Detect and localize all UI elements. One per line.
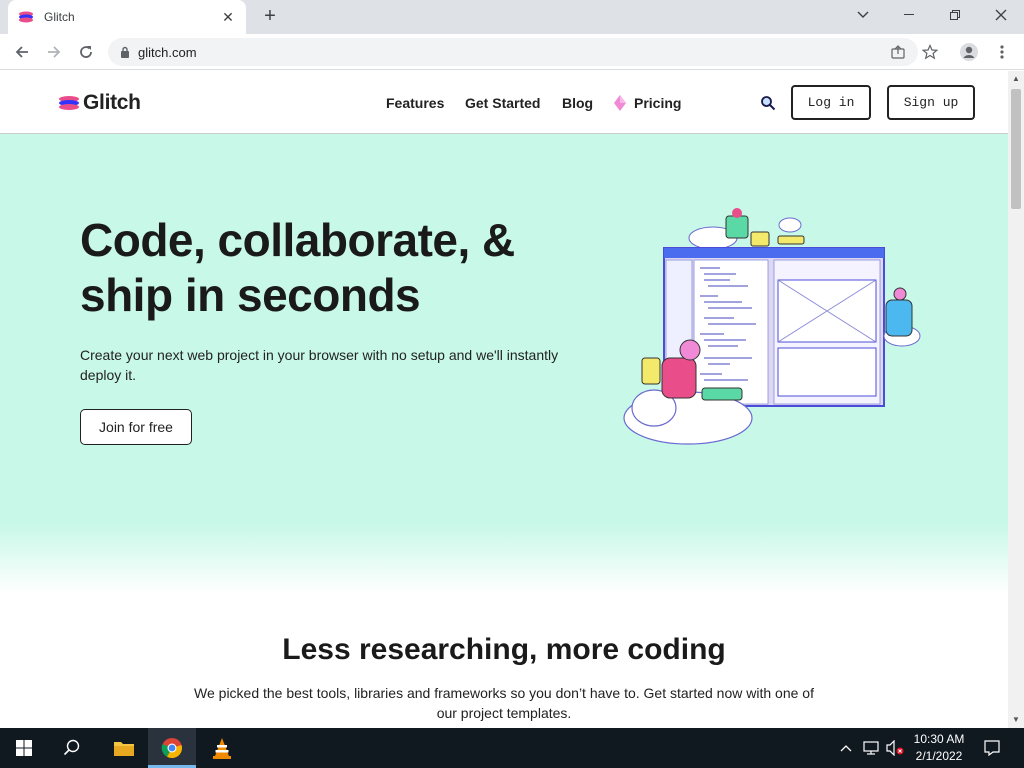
chrome-icon bbox=[161, 738, 182, 759]
site-header: Glitch Features Get Started Blog Pricing… bbox=[0, 71, 1008, 134]
login-button[interactable]: Log in bbox=[791, 85, 871, 120]
scroll-down-arrow-icon[interactable]: ▼ bbox=[1008, 712, 1024, 728]
menu-kebab-icon[interactable] bbox=[990, 38, 1014, 66]
chrome-taskbar-button[interactable] bbox=[148, 728, 196, 768]
glitch-logo[interactable]: Glitch bbox=[58, 91, 141, 115]
profile-avatar-icon[interactable] bbox=[957, 38, 981, 66]
nav-features[interactable]: Features bbox=[386, 95, 444, 111]
web-page: Glitch Features Get Started Blog Pricing… bbox=[0, 71, 1008, 728]
join-for-free-button[interactable]: Join for free bbox=[80, 409, 192, 445]
search-taskbar-button[interactable] bbox=[52, 728, 92, 768]
hero-illustration bbox=[623, 208, 921, 445]
clock-date: 2/1/2022 bbox=[915, 749, 963, 763]
section-title: Less researching, more coding bbox=[282, 633, 726, 666]
lock-icon bbox=[121, 46, 129, 58]
windows-taskbar: 10:30 AM 2/1/2022 bbox=[0, 728, 1024, 768]
start-button[interactable] bbox=[0, 728, 48, 768]
nav-get-started[interactable]: Get Started bbox=[465, 95, 540, 111]
vlc-cone-icon bbox=[213, 738, 231, 759]
url-text: glitch.com bbox=[138, 44, 197, 60]
restore-button[interactable] bbox=[932, 0, 978, 30]
notifications-icon[interactable] bbox=[978, 728, 1006, 768]
clock-time: 10:30 AM bbox=[913, 732, 965, 746]
taskbar-clock[interactable]: 10:30 AM 2/1/2022 bbox=[908, 731, 970, 765]
file-explorer-button[interactable] bbox=[100, 728, 148, 768]
folder-icon bbox=[114, 742, 134, 756]
network-icon[interactable] bbox=[860, 728, 882, 768]
nav-blog[interactable]: Blog bbox=[562, 95, 593, 111]
pricing-diamond-icon bbox=[614, 95, 626, 111]
volume-muted-icon[interactable] bbox=[884, 728, 906, 768]
hero-subtitle: Create your next web project in your bro… bbox=[80, 347, 559, 383]
bookmark-star-icon[interactable] bbox=[918, 38, 942, 66]
scroll-thumb[interactable] bbox=[1011, 89, 1021, 209]
new-tab-button[interactable]: + bbox=[258, 5, 282, 29]
signup-button[interactable]: Sign up bbox=[887, 85, 975, 120]
section-subtitle: We picked the best tools, libraries and … bbox=[194, 685, 814, 721]
tab-search-icon[interactable] bbox=[840, 0, 886, 30]
share-icon[interactable] bbox=[886, 38, 910, 66]
glitch-favicon-icon bbox=[19, 11, 33, 23]
browser-toolbar: glitch.com bbox=[0, 34, 1024, 70]
hero-title: Code, collaborate, & ship in seconds bbox=[80, 214, 515, 321]
close-window-button[interactable] bbox=[978, 0, 1024, 30]
forward-button[interactable] bbox=[40, 38, 68, 66]
tray-overflow-icon[interactable] bbox=[836, 728, 856, 768]
glitch-logo-icon bbox=[59, 96, 79, 110]
taskbar-search-icon bbox=[63, 739, 80, 756]
tab-strip: Glitch ✕ + bbox=[0, 0, 1024, 34]
reload-button[interactable] bbox=[72, 38, 100, 66]
scroll-up-arrow-icon[interactable]: ▲ bbox=[1008, 71, 1024, 87]
page-scrollbar[interactable]: ▲ ▼ bbox=[1008, 71, 1024, 728]
search-icon[interactable] bbox=[760, 95, 776, 111]
logo-text: Glitch bbox=[83, 91, 141, 114]
minimize-button[interactable] bbox=[886, 0, 932, 30]
hero-fade bbox=[0, 524, 1008, 594]
back-button[interactable] bbox=[8, 38, 36, 66]
tab-close-icon[interactable]: ✕ bbox=[220, 9, 236, 25]
address-bar[interactable]: glitch.com bbox=[108, 38, 918, 66]
windows-logo-icon bbox=[16, 740, 32, 756]
vlc-taskbar-button[interactable] bbox=[198, 728, 246, 768]
tab-title: Glitch bbox=[44, 10, 75, 24]
nav-pricing[interactable]: Pricing bbox=[634, 95, 681, 111]
browser-tab[interactable]: Glitch ✕ bbox=[8, 0, 246, 34]
